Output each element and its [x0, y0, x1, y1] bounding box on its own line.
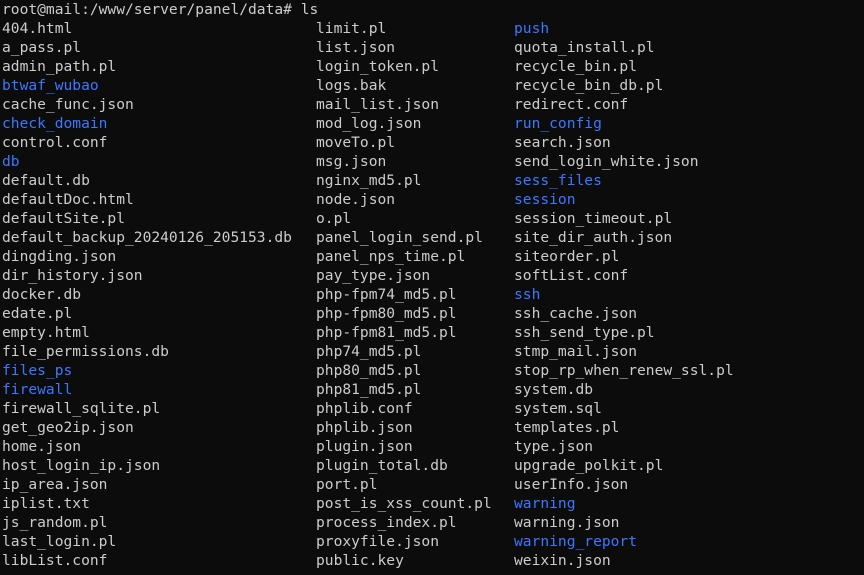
file-entry: upgrade_polkit.pl [514, 457, 664, 474]
file-entry: php81_md5.pl [316, 381, 422, 398]
file-entry: php-fpm74_md5.pl [316, 286, 457, 303]
file-entry: php-fpm81_md5.pl [316, 324, 457, 341]
command-line: root@mail:/www/server/panel/data# ls [2, 0, 318, 19]
listing-column-1: 404.html a_pass.pl admin_path.pl btwaf_wuba… [2, 19, 292, 570]
directory-entry: warning [514, 495, 576, 512]
file-entry: stop_rp_when_renew_ssl.pl [514, 362, 734, 379]
file-entry: type.json [514, 438, 594, 455]
directory-entry: sess_files [514, 172, 602, 189]
file-entry: default_backup_20240126_205153.db [2, 229, 292, 246]
file-entry: php74_md5.pl [316, 343, 422, 360]
file-entry: file_permissions.db [2, 343, 169, 360]
shell-prompt: root@mail:/www/server/panel/data# [2, 1, 292, 18]
file-entry: o.pl [316, 210, 352, 227]
listing-column-2: limit.pl list.json login_token.pl logs.bak m… [316, 19, 492, 570]
file-entry: list.json [316, 39, 396, 56]
file-entry: get_geo2ip.json [2, 419, 134, 436]
file-entry: docker.db [2, 286, 82, 303]
file-entry: control.conf [2, 134, 108, 151]
file-entry: default.db [2, 172, 90, 189]
file-entry: softList.conf [514, 267, 629, 284]
file-entry: node.json [316, 191, 396, 208]
directory-entry: warning_report [514, 533, 638, 550]
file-entry: send_login_white.json [514, 153, 699, 170]
file-entry: system.db [514, 381, 594, 398]
file-entry: libList.conf [2, 552, 108, 569]
directory-entry: btwaf_wubao [2, 77, 99, 94]
file-entry: firewall_sqlite.pl [2, 400, 161, 417]
file-entry: defaultDoc.html [2, 191, 134, 208]
file-entry: public.key [316, 552, 404, 569]
file-entry: phplib.conf [316, 400, 413, 417]
file-entry: post_is_xss_count.pl [316, 495, 492, 512]
directory-entry: db [2, 153, 20, 170]
file-entry: 404.html [2, 20, 73, 37]
file-entry: nginx_md5.pl [316, 172, 422, 189]
listing-column-3: push quota_install.pl recycle_bin.plrecycl… [514, 19, 734, 570]
file-entry: moveTo.pl [316, 134, 396, 151]
file-entry: panel_nps_time.pl [316, 248, 466, 265]
directory-entry: push [514, 20, 550, 37]
file-entry: iplist.txt [2, 495, 90, 512]
directory-entry: firewall [2, 381, 73, 398]
file-entry: templates.pl [514, 419, 620, 436]
file-entry: mail_list.json [316, 96, 440, 113]
file-entry: pay_type.json [316, 267, 431, 284]
file-entry: defaultSite.pl [2, 210, 126, 227]
file-entry: dingding.json [2, 248, 117, 265]
file-entry: ssh_cache.json [514, 305, 638, 322]
file-entry: quota_install.pl [514, 39, 655, 56]
file-entry: mod_log.json [316, 115, 422, 132]
file-entry: cache_func.json [2, 96, 134, 113]
file-entry: panel_login_send.pl [316, 229, 483, 246]
file-entry: process_index.pl [316, 514, 457, 531]
directory-entry: files_ps [2, 362, 73, 379]
file-entry: host_login_ip.json [2, 457, 161, 474]
file-entry: msg.json [316, 153, 387, 170]
file-entry: php80_md5.pl [316, 362, 422, 379]
file-entry: search.json [514, 134, 611, 151]
file-entry: session_timeout.pl [514, 210, 673, 227]
file-entry: logs.bak [316, 77, 387, 94]
file-entry: siteorder.pl [514, 248, 620, 265]
command-text: ls [300, 1, 319, 18]
file-entry: plugin.json [316, 438, 413, 455]
file-entry: ssh_send_type.pl [514, 324, 655, 341]
file-entry: proxyfile.json [316, 533, 440, 550]
file-entry: ip_area.json [2, 476, 108, 493]
file-entry: site_dir_auth.json [514, 229, 673, 246]
file-entry: dir_history.json [2, 267, 143, 284]
file-entry: recycle_bin.pl [514, 58, 638, 75]
file-entry: limit.pl [316, 20, 387, 37]
file-entry: a_pass.pl [2, 39, 82, 56]
directory-entry: run_config [514, 115, 602, 132]
file-entry: redirect.conf [514, 96, 629, 113]
file-entry: recycle_bin_db.pl [514, 77, 664, 94]
directory-entry: session [514, 191, 576, 208]
file-entry: userInfo.json [514, 476, 629, 493]
file-entry: system.sql [514, 400, 602, 417]
file-entry: last_login.pl [2, 533, 117, 550]
file-entry: php-fpm80_md5.pl [316, 305, 457, 322]
file-entry: plugin_total.db [316, 457, 448, 474]
directory-entry: check_domain [2, 115, 108, 132]
file-entry: warning.json [514, 514, 620, 531]
file-entry: home.json [2, 438, 82, 455]
directory-entry: ssh [514, 286, 541, 303]
file-entry: login_token.pl [316, 58, 440, 75]
file-entry: phplib.json [316, 419, 413, 436]
file-entry: edate.pl [2, 305, 73, 322]
file-entry: stmp_mail.json [514, 343, 638, 360]
file-entry: js_random.pl [2, 514, 108, 531]
file-entry: weixin.json [514, 552, 611, 569]
file-entry: empty.html [2, 324, 90, 341]
file-entry: admin_path.pl [2, 58, 117, 75]
file-entry: port.pl [316, 476, 378, 493]
terminal-window[interactable]: root@mail:/www/server/panel/data# ls 404… [0, 0, 864, 575]
